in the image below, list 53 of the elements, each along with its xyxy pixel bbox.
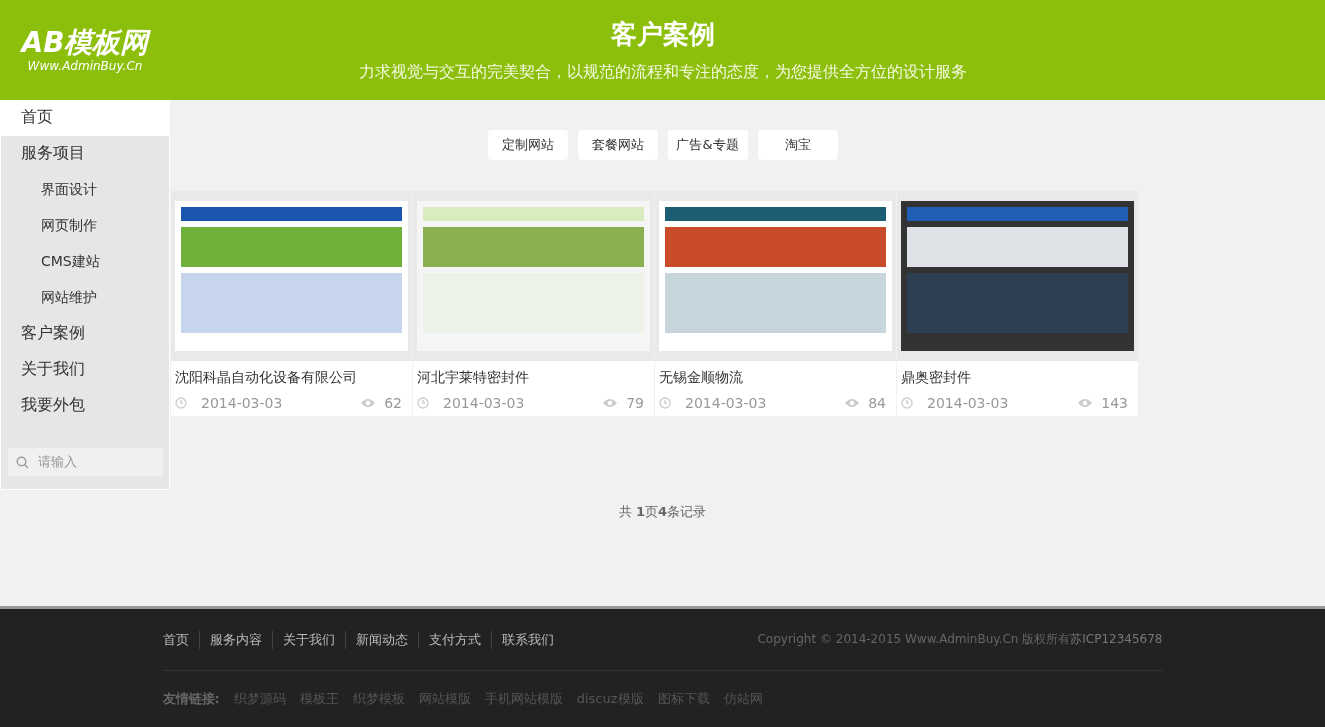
case-card[interactable]: 沈阳科晶自动化设备有限公司 2014-03-03 62 <box>171 190 412 416</box>
copyright-text: Copyright © 2014-2015 Www.AdminBuy.Cn 版权所有 <box>757 631 1071 648</box>
case-title: 河北宇莱特密封件 <box>416 367 530 387</box>
case-date: 2014-03-03 <box>201 394 283 411</box>
case-title: 无锡金顺物流 <box>658 367 744 387</box>
search-icon <box>16 455 29 469</box>
footer-link[interactable]: 首页 <box>162 630 199 649</box>
category-tab[interactable]: 淘宝 <box>757 129 838 160</box>
sidebar-item[interactable]: 我要外包 <box>1 387 169 424</box>
case-card[interactable]: 无锡金顺物流 2014-03-03 84 <box>655 190 896 416</box>
sidebar-subitem[interactable]: 网页制作 <box>1 207 169 244</box>
footer-link[interactable]: 关于我们 <box>271 630 345 649</box>
clock-icon <box>901 396 913 409</box>
footer-link[interactable]: 服务内容 <box>198 630 272 649</box>
sidebar-subitem[interactable]: 界面设计 <box>1 171 169 208</box>
footer-link[interactable]: 联系我们 <box>490 630 564 649</box>
clock-icon <box>659 396 671 409</box>
sidebar-subitem[interactable]: 网站维护 <box>1 279 169 316</box>
friend-links-label: 友情链接: <box>162 690 220 708</box>
category-tab[interactable]: 套餐网站 <box>577 129 658 160</box>
page-subtitle: 力求视觉与交互的完美契合，以规范的流程和专注的态度，为您提供全方位的设计服务 <box>358 61 967 83</box>
clock-icon <box>175 396 187 409</box>
icp-number: 苏ICP12345678 <box>1070 631 1163 648</box>
case-card[interactable]: 河北宇莱特密封件 2014-03-03 79 <box>413 190 654 416</box>
view-count: 84 <box>868 394 886 411</box>
case-title: 沈阳科晶自动化设备有限公司 <box>174 367 358 387</box>
page-title: 客户案例 <box>610 17 715 51</box>
eye-icon <box>360 397 377 408</box>
sidebar-item[interactable]: 关于我们 <box>1 351 169 388</box>
sidebar-subitem[interactable]: CMS建站 <box>1 243 169 280</box>
case-date: 2014-03-03 <box>927 394 1009 411</box>
sidebar-item[interactable]: 服务项目 <box>1 135 169 172</box>
footer-link[interactable]: 支付方式 <box>417 630 491 649</box>
footer-link[interactable]: 新闻动态 <box>344 630 418 649</box>
category-tab[interactable]: 广告&专题 <box>667 129 748 160</box>
clock-icon <box>417 396 429 409</box>
case-card[interactable]: 鼎奥密封件 2014-03-03 143 <box>897 190 1138 416</box>
case-title: 鼎奥密封件 <box>900 367 972 387</box>
logo-subtitle: Www.AdminBuy.Cn <box>27 58 143 73</box>
logo-title: AB模板网 <box>21 26 149 59</box>
search-field[interactable]: 请输入 <box>8 447 163 476</box>
category-tab[interactable]: 定制网站 <box>487 129 568 160</box>
sidebar-item[interactable]: 首页 <box>1 99 169 136</box>
view-count: 143 <box>1101 394 1128 411</box>
eye-icon <box>1077 397 1094 408</box>
case-date: 2014-03-03 <box>443 394 525 411</box>
pagination-info: 共 1页4条记录 <box>618 503 707 519</box>
eye-icon <box>844 397 861 408</box>
case-date: 2014-03-03 <box>685 394 767 411</box>
sidebar-item[interactable]: 客户案例 <box>1 315 169 352</box>
view-count: 62 <box>384 394 402 411</box>
eye-icon <box>602 397 619 408</box>
view-count: 79 <box>626 394 644 411</box>
